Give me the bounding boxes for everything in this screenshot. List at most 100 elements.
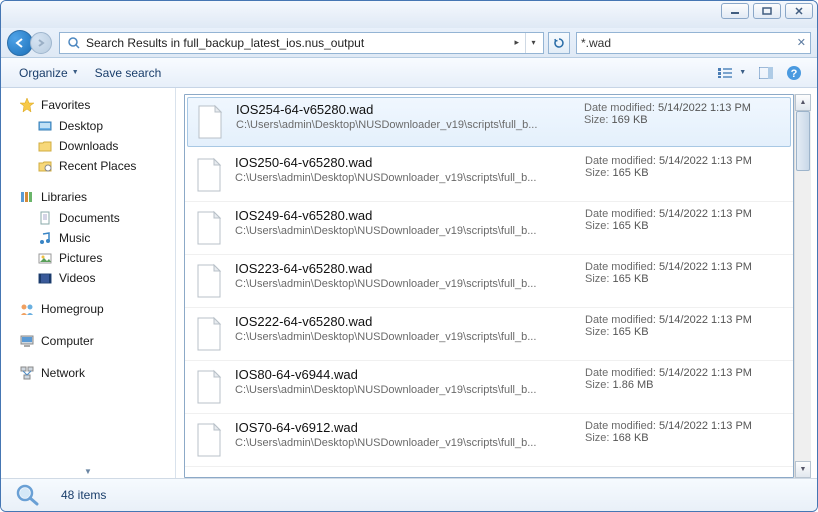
- file-main: IOS222-64-v65280.wad C:\Users\admin\Deskt…: [235, 314, 585, 343]
- file-name: IOS250-64-v65280.wad: [235, 155, 585, 170]
- file-main: IOS80-64-v6944.wadC:\Users\admin\Desktop…: [235, 367, 585, 396]
- save-search-label: Save search: [95, 66, 162, 80]
- file-row[interactable]: IOS70-64-v6912.wad C:\Users\admin\Desktop…: [185, 414, 793, 467]
- file-icon: [194, 102, 226, 142]
- search-location-icon: [66, 35, 82, 51]
- nav-label: Favorites: [41, 98, 90, 112]
- nav-label: Libraries: [41, 190, 87, 204]
- nav-buttons: [7, 30, 57, 56]
- scroll-track[interactable]: [795, 111, 811, 461]
- address-text: Search Results in full_backup_latest_ios…: [86, 36, 508, 50]
- nav-pictures[interactable]: Pictures: [1, 248, 175, 268]
- file-meta: Date modified: 5/14/2022 1:13 PMSize: 1.…: [585, 367, 785, 391]
- refresh-button[interactable]: [548, 32, 570, 54]
- address-bar[interactable]: Search Results in full_backup_latest_ios…: [59, 32, 544, 54]
- search-glass-icon: [13, 482, 45, 508]
- pictures-icon: [37, 250, 53, 266]
- file-row[interactable]: IOS249-64-v65280.wadC:\Users\admin\Deskt…: [185, 202, 793, 255]
- address-bar-row: Search Results in full_backup_latest_ios…: [1, 28, 817, 58]
- nav-recent-places[interactable]: Recent Places: [1, 156, 175, 176]
- view-mode-button[interactable]: ▼: [713, 62, 751, 84]
- scroll-thumb[interactable]: [796, 111, 810, 171]
- maximize-button[interactable]: [753, 3, 781, 19]
- scroll-down-button[interactable]: ▼: [795, 461, 811, 478]
- file-row[interactable]: IOS223-64-v65280.wadC:\Users\admin\Deskt…: [185, 255, 793, 308]
- organize-button[interactable]: Organize ▼: [11, 62, 87, 84]
- file-icon: [193, 208, 225, 248]
- file-meta: Date modified: 5/14/2022 1:13 PMSize: 16…: [585, 208, 785, 232]
- nav-homegroup[interactable]: Homegroup: [1, 298, 175, 320]
- navigation-pane[interactable]: Favorites Desktop Downloads Recent Place…: [1, 88, 176, 478]
- nav-label: Network: [41, 366, 85, 380]
- file-list[interactable]: IOS254-64-v65280.wad C:\Users\admin\Deskt…: [184, 94, 794, 478]
- computer-icon: [19, 333, 35, 349]
- file-meta: Date modified: 5/14/2022 1:13 PMSize: 16…: [585, 420, 785, 444]
- file-main: IOS249-64-v65280.wadC:\Users\admin\Deskt…: [235, 208, 585, 237]
- documents-icon: [37, 210, 53, 226]
- nav-music[interactable]: Music: [1, 228, 175, 248]
- star-icon: [19, 97, 35, 113]
- file-row[interactable]: IOS254-64-v65280.wad C:\Users\admin\Deskt…: [187, 97, 791, 147]
- file-path: C:\Users\admin\Desktop\NUSDownloader_v19…: [235, 172, 565, 184]
- address-dropdown[interactable]: ▾: [525, 33, 541, 53]
- body: Favorites Desktop Downloads Recent Place…: [1, 88, 817, 478]
- file-path: C:\Users\admin\Desktop\NUSDownloader_v19…: [235, 331, 565, 343]
- nav-computer[interactable]: Computer: [1, 330, 175, 352]
- explorer-window: Search Results in full_backup_latest_ios…: [0, 0, 818, 512]
- nav-libraries-group: Libraries Documents Music Pictures Video…: [1, 186, 175, 288]
- nav-label: Homegroup: [41, 302, 104, 316]
- file-name: IOS254-64-v65280.wad: [236, 102, 584, 117]
- file-row[interactable]: IOS222-64-v65280.wad C:\Users\admin\Deskt…: [185, 308, 793, 361]
- clear-search-icon[interactable]: ✕: [797, 36, 806, 49]
- homegroup-icon: [19, 301, 35, 317]
- nav-desktop[interactable]: Desktop: [1, 116, 175, 136]
- search-box[interactable]: ✕: [576, 32, 811, 54]
- close-button[interactable]: [785, 3, 813, 19]
- file-name: IOS70-64-v6912.wad: [235, 420, 585, 435]
- nav-label: Computer: [41, 334, 94, 348]
- nav-downloads[interactable]: Downloads: [1, 136, 175, 156]
- file-meta: Date modified: 5/14/2022 1:13 PMSize: 16…: [585, 261, 785, 285]
- file-row[interactable]: IOS250-64-v65280.wad C:\Users\admin\Deskt…: [185, 149, 793, 202]
- nav-favorites-header[interactable]: Favorites: [1, 94, 175, 116]
- view-list-icon: [718, 67, 732, 79]
- file-meta: Date modified: 5/14/2022 1:13 PMSize: 16…: [585, 314, 785, 338]
- organize-label: Organize: [19, 66, 68, 80]
- chevron-down-icon: ▼: [739, 69, 746, 76]
- file-row[interactable]: IOS80-64-v6944.wadC:\Users\admin\Desktop…: [185, 361, 793, 414]
- search-input[interactable]: [581, 36, 797, 50]
- folder-icon: [37, 138, 53, 154]
- nav-scroll-down-icon[interactable]: ▼: [1, 467, 175, 476]
- music-icon: [37, 230, 53, 246]
- breadcrumb-chevron-icon[interactable]: ▸: [508, 37, 525, 48]
- help-button[interactable]: ?: [781, 62, 807, 84]
- vertical-scrollbar[interactable]: ▲ ▼: [794, 94, 811, 478]
- nav-documents[interactable]: Documents: [1, 208, 175, 228]
- file-name: IOS80-64-v6944.wad: [235, 367, 585, 382]
- file-icon: [193, 261, 225, 301]
- desktop-icon: [37, 118, 53, 134]
- help-icon: ?: [786, 65, 802, 81]
- file-meta: Date modified: 5/14/2022 1:13 PMSize: 16…: [585, 155, 785, 179]
- preview-pane-icon: [759, 67, 773, 79]
- videos-icon: [37, 270, 53, 286]
- file-path: C:\Users\admin\Desktop\NUSDownloader_v19…: [235, 437, 565, 449]
- scroll-up-button[interactable]: ▲: [795, 94, 811, 111]
- nav-libraries-header[interactable]: Libraries: [1, 186, 175, 208]
- minimize-button[interactable]: [721, 3, 749, 19]
- libraries-icon: [19, 189, 35, 205]
- file-path: C:\Users\admin\Desktop\NUSDownloader_v19…: [236, 119, 566, 131]
- file-name: IOS222-64-v65280.wad: [235, 314, 585, 329]
- file-path: C:\Users\admin\Desktop\NUSDownloader_v19…: [235, 278, 565, 290]
- nav-network[interactable]: Network: [1, 362, 175, 384]
- svg-text:?: ?: [791, 68, 798, 80]
- file-icon: [193, 314, 225, 354]
- titlebar: [1, 1, 817, 28]
- preview-pane-button[interactable]: [753, 62, 779, 84]
- status-bar: 48 items: [1, 478, 817, 511]
- forward-button[interactable]: [30, 32, 52, 54]
- toolbar: Organize ▼ Save search ▼ ?: [1, 58, 817, 88]
- nav-videos[interactable]: Videos: [1, 268, 175, 288]
- save-search-button[interactable]: Save search: [87, 62, 170, 84]
- item-count: 48 items: [61, 488, 106, 502]
